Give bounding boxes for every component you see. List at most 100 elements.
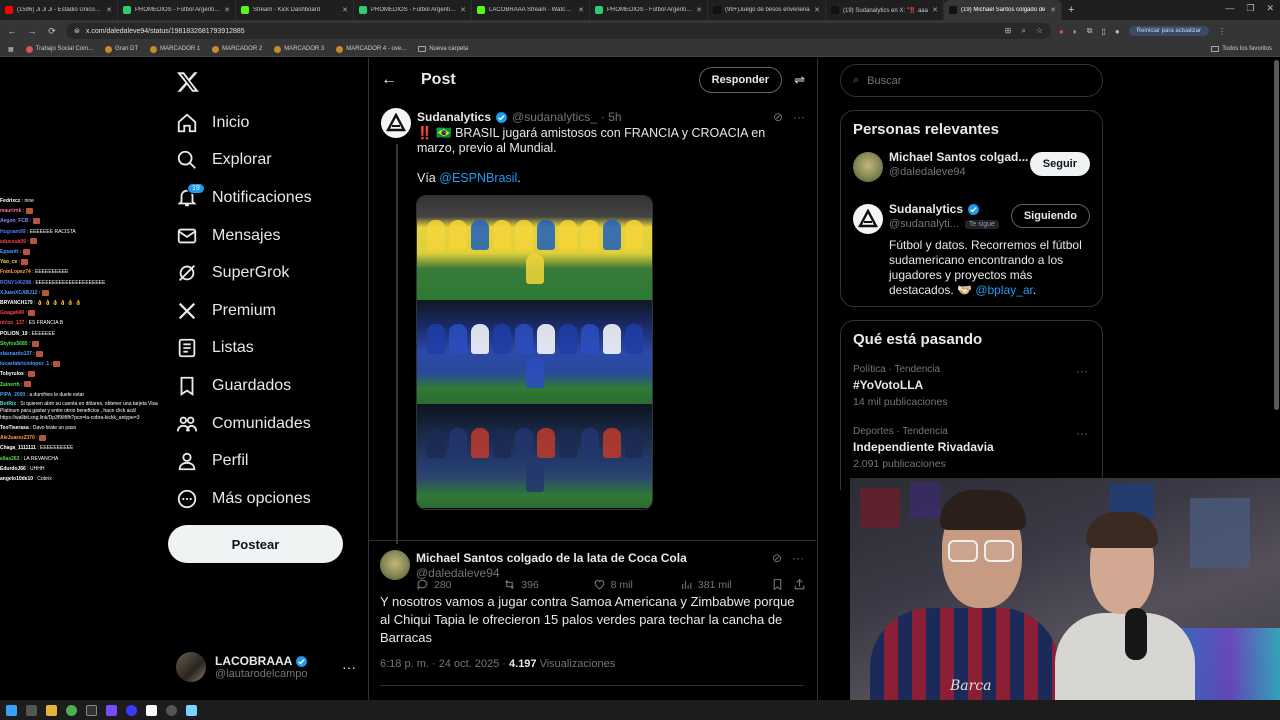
chat-username[interactable]: BRYANCH179 [0,300,33,306]
back-icon[interactable]: ← [6,26,18,36]
taskbar-app-icon[interactable] [86,704,97,716]
person-handle[interactable]: @sudanalyti... [889,218,959,230]
close-icon[interactable]: ✕ [460,6,466,14]
person-item[interactable]: Michael Santos colgad... @daledaleve94 S… [841,144,1102,196]
more-icon[interactable]: ··· [793,110,805,124]
chat-username[interactable]: Hugoam99 [0,229,26,235]
grok-icon[interactable]: ⊘ [773,110,783,124]
taskbar-app-icon[interactable] [146,704,157,716]
chat-username[interactable]: Epsantt [0,249,18,255]
bookmark-item[interactable]: Trabajo Social Com... [25,45,93,53]
chat-username[interactable]: EdurdoJ66 [0,466,26,472]
puzzle-icon[interactable]: ⧉ [1087,26,1093,36]
person-handle[interactable]: @daledaleve94 [889,166,966,178]
bookmark-item[interactable]: MARCADOR 3 [274,45,324,53]
apps-icon[interactable]: ▦ [8,46,14,53]
chat-username[interactable]: ellas263 [0,456,19,462]
chat-username[interactable]: lucasfabriciolopez_1 [0,361,49,367]
author-name[interactable]: Sudanalytics [417,110,491,124]
chat-username[interactable]: nicoo_137 [0,320,24,326]
window-controls[interactable]: — ❐ ✕ [1225,3,1274,14]
bio-link[interactable]: @bplay_ar [975,283,1033,297]
zoom-icon[interactable]: ⌕ [1021,26,1025,36]
avatar[interactable] [853,152,883,182]
taskbar-app-icon[interactable] [106,704,117,716]
more-icon[interactable]: ··· [1076,364,1088,378]
browser-tab[interactable]: (99+)Juego de besos envenena ✕ [708,0,826,20]
chat-username[interactable]: AleJuarez2370 [0,435,35,441]
chat-username[interactable]: Skyfox5685 [0,341,28,347]
site-info-icon[interactable]: ⊜ [74,27,80,35]
more-icon[interactable]: ··· [1076,426,1088,440]
search-input[interactable]: ⌕ Buscar [840,64,1103,97]
taskbar-app-icon[interactable] [26,704,37,716]
avatar[interactable] [853,204,883,234]
post-button[interactable]: Postear [168,525,343,563]
chat-username[interactable]: BotRix [0,401,16,407]
chat-username[interactable]: Guagalt40 [0,310,24,316]
close-icon[interactable]: ✕ [342,6,348,14]
tweet-time[interactable]: · 5h [601,110,622,124]
star-icon[interactable]: ☆ [1036,26,1043,36]
avatar[interactable] [381,108,411,138]
close-icon[interactable]: ✕ [578,6,584,14]
extension-icon[interactable]: ◐ [1073,27,1078,36]
bookmark-item[interactable]: MARCADOR 1 [150,45,200,53]
extension-icon[interactable]: ● [1059,27,1064,36]
browser-tab[interactable]: LACOBRAAA Stream - Watch Li ✕ [472,0,590,20]
person-item[interactable]: Sudanalytics @sudanalyti... Te sigue Sigu… [841,196,1102,248]
nav-item-supergrok[interactable]: SuperGrok [168,254,368,292]
sidebar-icon[interactable]: ▯ [1101,27,1105,36]
chat-username[interactable]: Zainerth [0,382,20,388]
chat-username[interactable]: Aegon_FCB [0,218,29,224]
follow-button[interactable]: Seguir [1029,152,1090,176]
person-name[interactable]: Sudanalytics [889,202,963,216]
chat-username[interactable]: PIPA_2000 [0,392,25,398]
discord-icon[interactable] [126,704,137,716]
chat-username[interactable]: POLION_19 [0,331,28,337]
install-icon[interactable]: ⊞ [1005,26,1012,36]
chat-username[interactable]: RONY140298 [0,280,31,286]
new-tab-icon[interactable]: + [1062,4,1080,16]
browser-tab[interactable]: Stream - Kick Dashboard ✕ [236,0,354,20]
more-icon[interactable]: ··· [342,659,356,675]
chat-username[interactable]: TeoTiserasa [0,425,29,431]
nav-item-guardados[interactable]: Guardados [168,367,368,405]
taskbar-app-icon[interactable] [186,704,197,716]
bookmark-item[interactable]: MARCADOR 2 [212,45,262,53]
browser-tab[interactable]: (1596) Ji Ji Ji - Estadio Único de ✕ [0,0,118,20]
nav-item-premium[interactable]: Premium [168,292,368,330]
chat-username[interactable]: FranLopez74 [0,269,31,275]
bookmark-item[interactable]: Nueva carpeta [418,46,468,52]
chat-username[interactable]: xlasnardo137 [0,351,32,357]
x-logo-icon[interactable] [176,70,200,94]
close-icon[interactable]: ✕ [224,6,230,14]
forward-icon[interactable]: → [26,26,38,36]
mention-link[interactable]: @ESPNBrasil [439,171,517,185]
back-arrow-icon[interactable]: ← [381,71,411,89]
close-icon[interactable]: ✕ [106,6,112,14]
obs-icon[interactable] [166,704,177,716]
nav-item-inicio[interactable]: Inicio [168,104,368,142]
url-input[interactable]: ⊜ x.com/daledaleve94/status/198183268179… [66,23,1051,39]
chat-username[interactable]: XJuanXCABJ12 [0,290,38,296]
chat-username[interactable]: Fedrixcz [0,198,20,204]
tweet-image[interactable] [416,195,653,510]
nav-item-mensajes[interactable]: Mensajes [168,217,368,255]
author-handle[interactable]: @sudanalytics_ [512,110,597,124]
account-switcher[interactable]: LACOBRAAA @lautarodelcampo ··· [176,650,356,684]
nav-item-explorar[interactable]: Explorar [168,142,368,180]
following-button[interactable]: Siguiendo [1010,204,1090,228]
profile-avatar-icon[interactable]: ● [1115,27,1120,36]
nav-item-listas[interactable]: Listas [168,330,368,368]
bookmark-item[interactable]: Gran DT [105,45,138,53]
person-name[interactable]: Michael Santos colgad... [889,150,1028,164]
windows-start-icon[interactable] [6,704,17,716]
nav-item-m-s-opciones[interactable]: Más opciones [168,480,368,518]
scrollbar[interactable] [1274,60,1279,410]
bookmark-item[interactable]: MARCADOR 4 - ove... [336,45,406,53]
menu-icon[interactable]: ⋮ [1218,27,1226,36]
trend-item[interactable]: Deportes · Tendencia Independiente Rivad… [841,418,1102,480]
nav-item-perfil[interactable]: Perfil [168,442,368,480]
filter-icon[interactable]: ⇌ [794,72,805,88]
